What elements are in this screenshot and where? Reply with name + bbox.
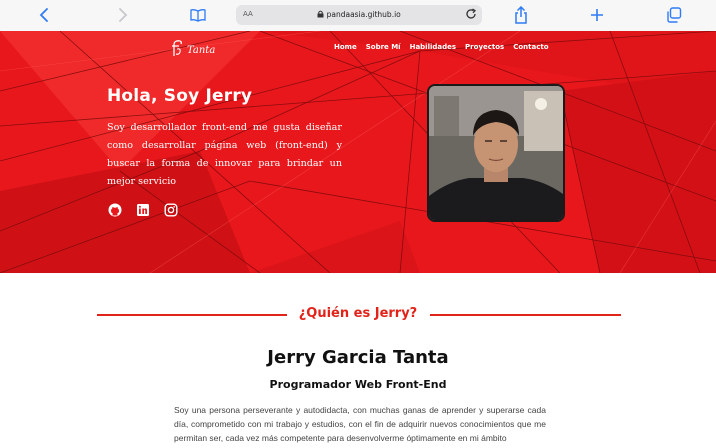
reload-icon[interactable] [464,7,478,21]
nav-proyectos[interactable]: Proyectos [465,43,504,51]
logo-text: Tanta [187,44,216,56]
main-nav: Home Sobre Mí Habilidades Proyectos Cont… [334,43,558,51]
github-icon[interactable] [108,202,122,217]
about-bio: Soy una persona perseverante y autodidac… [174,405,546,443]
about-role: Programador Web Front-End [269,378,447,391]
social-links [108,202,178,217]
nav-home[interactable]: Home [334,43,357,51]
address-bar[interactable]: AA pandaasia.github.io [236,5,482,25]
chevron-right-icon[interactable] [112,5,132,25]
share-icon[interactable] [511,5,531,25]
chevron-left-icon[interactable] [35,5,55,25]
linkedin-icon[interactable] [136,202,150,216]
nav-contacto[interactable]: Contacto [513,43,548,51]
title-rule-right [430,314,621,316]
nav-habilidades[interactable]: Habilidades [410,43,456,51]
instagram-icon[interactable] [164,202,178,217]
nav-sobre-mi[interactable]: Sobre Mí [366,43,401,51]
about-section: ¿Quién es Jerry? Jerry Garcia Tanta Prog… [0,273,716,448]
url-text: pandaasia.github.io [236,10,482,19]
site-logo[interactable]: Tanta [170,39,215,61]
lock-icon [317,10,324,18]
plus-icon[interactable] [587,5,607,25]
profile-photo [427,84,565,222]
tabs-icon[interactable] [664,5,684,25]
browser-toolbar: AA pandaasia.github.io [0,0,716,32]
logo-mark-icon [170,39,184,61]
hero-section: Tanta Home Sobre Mí Habilidades Proyecto… [0,31,716,273]
url-label: pandaasia.github.io [326,10,401,19]
hero-description: Soy desarrollador front-end me gusta dis… [107,122,342,187]
hero-title: Hola, Soy Jerry [107,86,253,106]
about-name: Jerry Garcia Tanta [267,347,449,368]
book-icon[interactable] [188,5,208,25]
